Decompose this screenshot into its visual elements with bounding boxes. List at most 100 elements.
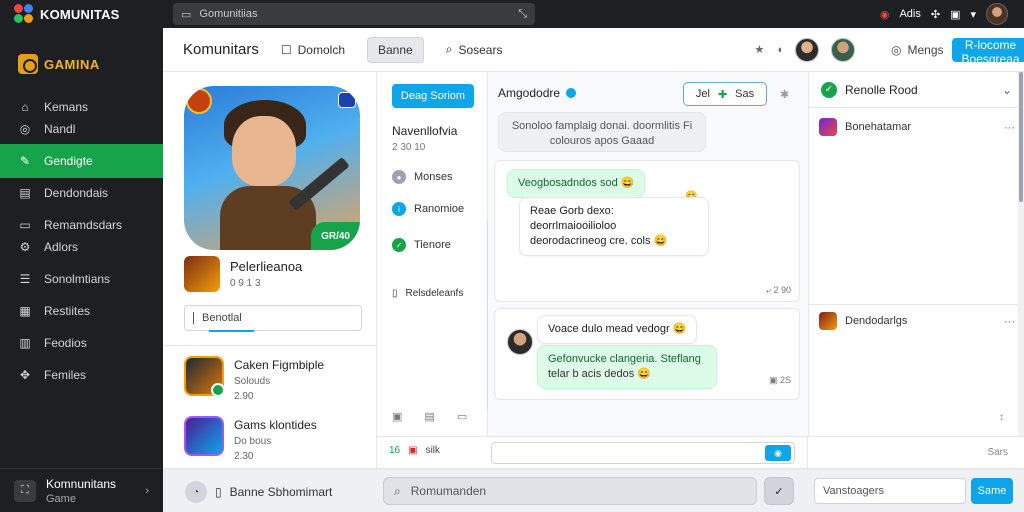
calendar-icon[interactable]: ▣ <box>950 8 960 21</box>
more-icon[interactable]: ⋯ <box>1004 121 1015 134</box>
message-input[interactable] <box>491 442 795 464</box>
right-panel-item[interactable]: Dendodarlgs ⋯ <box>819 312 1015 330</box>
star-icon[interactable]: ★ <box>754 43 764 56</box>
bottom-message-input[interactable]: Vanstoagers <box>814 478 966 504</box>
controller-badge-icon <box>338 92 356 108</box>
main-header: Komunitars ☐ Domolch Banne ⌕ Sosears ★ ◖ ◎… <box>163 28 1024 72</box>
game-title: Caken Figmbiple <box>234 358 325 372</box>
community-icon: ⛶ <box>14 479 36 502</box>
chat-action-label: Jel <box>695 88 710 100</box>
composer-tool-label[interactable]: silk <box>426 445 440 456</box>
bottom-user-label: Banne Sbhomimart <box>229 485 333 499</box>
composer-tools: 16 ▣ silk <box>389 445 440 456</box>
sidebar-footer[interactable]: ⛶ Komnunitans Game › <box>0 468 163 512</box>
sidebar-logo-text: GAMINA <box>44 56 100 72</box>
bottom-search-input[interactable]: ⌕ Romumanden <box>383 477 757 505</box>
tab-domolch[interactable]: ☐ Domolch <box>271 38 355 62</box>
square-icon: ☐ <box>280 42 292 57</box>
game-item[interactable]: Gams klontides Do bous 2.30 <box>184 416 317 462</box>
sidebar-item-gendigte[interactable]: ✎ Gendigte <box>0 144 163 178</box>
notification-icon[interactable]: ◉ <box>880 8 890 21</box>
chevron-down-icon[interactable]: ▾ <box>970 8 976 21</box>
sidebar-logo[interactable]: GAMINA <box>0 28 163 84</box>
sidebar-item-remamdsdars[interactable]: ▭ Remamdsdars <box>0 214 163 236</box>
scrollbar[interactable] <box>1018 72 1024 436</box>
composer-tool-label[interactable]: 16 <box>389 445 400 456</box>
profile-info[interactable]: Pelerlieanoa 0 9 1 3 <box>184 256 302 292</box>
plus-icon[interactable]: ✚ <box>718 88 727 101</box>
page-title: Komunitars <box>183 41 259 58</box>
sidebar-item-femiles[interactable]: ✥ Femiles <box>0 364 163 386</box>
tab-sosears[interactable]: ⌕ Sosears <box>436 37 513 62</box>
channel-item-ranomioe[interactable]: i Ranomioe <box>392 202 464 216</box>
sidebar-item-feodios[interactable]: ▥ Feodios <box>0 332 163 354</box>
send-icon[interactable]: ◉ <box>765 445 791 461</box>
search-placeholder: Gomunitiias <box>199 8 258 20</box>
header-primary-button[interactable]: R-locome Boesgreaa <box>951 37 1024 66</box>
new-channel-button[interactable]: Deag Soriom <box>392 84 474 108</box>
sender-avatar[interactable] <box>507 329 533 355</box>
user-avatar[interactable] <box>986 3 1008 25</box>
grid-icon: ▤ <box>19 186 31 200</box>
game-item[interactable]: Caken Figmbiple Solouds 2.90 <box>184 356 324 402</box>
sidebar-item-adlors[interactable]: ⚙ Adlors <box>0 236 163 258</box>
game-subtitle: Do bous <box>234 436 272 447</box>
merge-link[interactable]: ◎ Mengs <box>891 43 944 57</box>
sidebar-item-sonolmtians[interactable]: ☰ Sonolmtians <box>0 268 163 290</box>
sidebar-item-label: Remamdsdars <box>44 218 123 232</box>
global-search-input[interactable]: ▭ Gomunitiias ⤡ <box>173 3 535 25</box>
globe-icon: ◎ <box>891 42 902 57</box>
check-icon: ✓ <box>392 238 406 252</box>
game-subtitle: 2.30 <box>234 451 254 462</box>
more-icon[interactable]: ⋯ <box>1004 315 1015 328</box>
sidebar-item-dendondais[interactable]: ▤ Dendondais <box>0 182 163 204</box>
system-message: Sonoloo famplaig donai. doormlitis Fi co… <box>498 112 706 152</box>
right-panel-header[interactable]: ✓ Renolle Rood ⌄ <box>809 72 1024 108</box>
user-icon: ◔ <box>185 481 207 503</box>
channel-item-monses[interactable]: ● Monses <box>392 170 453 184</box>
tab-banne[interactable]: Banne <box>367 36 424 63</box>
sidebar-item-label: Sonolmtians <box>44 272 111 286</box>
chat-header: Amgododre <box>498 86 577 100</box>
search-icon: ⌕ <box>445 42 453 56</box>
member-avatar[interactable] <box>795 37 819 62</box>
channel-item-tienore[interactable]: ✓ Tienore <box>392 238 451 252</box>
headset-icon[interactable]: ◖ <box>776 44 783 56</box>
top-right-label[interactable]: Adis <box>899 8 920 20</box>
right-panel-item[interactable]: Bonehatamar ⋯ <box>819 118 1015 136</box>
sidebar-item-label: Gendigte <box>44 154 93 168</box>
puzzle-icon[interactable]: ✣ <box>931 8 940 21</box>
image-icon[interactable]: ▣ <box>392 410 402 423</box>
reply-icon[interactable]: ▣ <box>769 375 778 385</box>
video-icon[interactable]: ▣ <box>408 445 417 456</box>
member-avatar[interactable] <box>831 37 855 62</box>
message-text: Gefonvucke clangeria. Steflang <box>548 353 701 365</box>
reply-icon[interactable]: ⤶ <box>766 285 771 295</box>
chat-actions[interactable]: Jel ✚ Sas <box>683 82 767 106</box>
bottom-user[interactable]: ◔ ▯ Banne Sbhomimart <box>185 481 332 503</box>
message-card: Veogbosadndos sod 😄 😄 Reae Gorb dexo: de… <box>494 160 800 302</box>
gif-icon[interactable]: ▤ <box>424 410 434 423</box>
send-button[interactable]: Same <box>971 478 1013 504</box>
brand[interactable]: KOMUNITAS <box>0 4 170 24</box>
sidebar-item-nandl[interactable]: ◎ Nandl <box>0 118 163 140</box>
settings-icon: ⚙ <box>19 240 31 254</box>
bookmark-icon: ▯ <box>215 485 222 499</box>
header-icons: ★ ◖ <box>754 37 855 62</box>
pin-icon[interactable]: ✱ <box>780 88 789 101</box>
channel-section[interactable]: ▯ Relsdeleanfs <box>392 288 463 299</box>
message-meta-text: 2 90 <box>773 285 791 295</box>
composer-right-label[interactable]: Sars <box>987 447 1008 458</box>
profile-input[interactable]: Benotlal <box>184 305 362 331</box>
voice-icon[interactable]: ✓ <box>764 477 794 505</box>
sort-icon[interactable]: ↕ <box>999 412 1004 423</box>
chevron-down-icon[interactable]: ⌄ <box>1002 83 1012 97</box>
gamina-logo-icon <box>18 54 38 74</box>
expand-icon[interactable]: ⤡ <box>518 8 527 21</box>
game-thumbnail <box>184 356 225 397</box>
sidebar-item-restiites[interactable]: ▦ Restiites <box>0 300 163 322</box>
folder-icon[interactable]: ▭ <box>457 410 467 423</box>
users-icon: ✥ <box>19 368 31 382</box>
sidebar-item-kemans[interactable]: ⌂ Kemans <box>0 96 163 118</box>
channel-label: Monses <box>414 171 453 183</box>
